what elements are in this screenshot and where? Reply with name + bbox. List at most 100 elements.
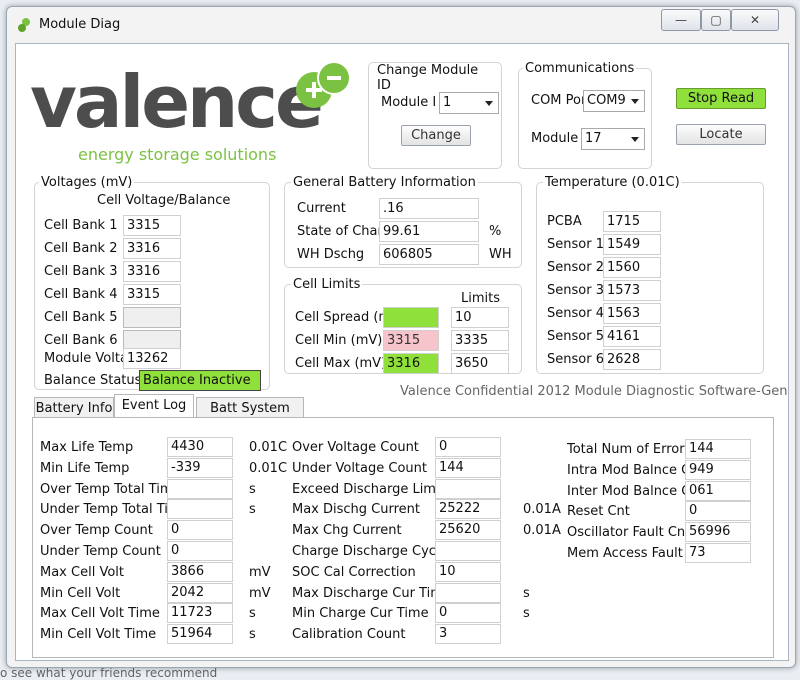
temperature-label: Sensor 6	[547, 352, 604, 367]
communications-title: Communications	[523, 61, 637, 76]
cell-bank-label: Cell Bank 6	[44, 333, 118, 348]
event-value: 949	[685, 459, 751, 480]
cell-bank-label: Cell Bank 2	[44, 241, 118, 256]
temperature-value: 1715	[603, 211, 661, 232]
event-unit: s	[523, 606, 530, 622]
cell-bank-value: 3315	[123, 215, 181, 236]
tab-battery-info[interactable]: Battery Info	[34, 397, 114, 419]
background-bottom-text: o see what your friends recommend	[0, 666, 218, 680]
module-id-label: Module ID	[381, 95, 437, 110]
event-label: Inter Mod Balnce Cnt	[567, 483, 689, 499]
cell-limit-value	[383, 307, 439, 328]
soc-value: 99.61	[379, 221, 479, 242]
client-area: valence energy storage solutions Change …	[15, 43, 789, 661]
temperature-value: 1560	[603, 257, 661, 278]
event-value: 11723	[167, 603, 233, 624]
temperature-group: Temperature (0.01C) PCBA 1715 Sensor 1 1549…	[536, 175, 764, 374]
current-value: .16	[379, 198, 479, 219]
valence-logo: valence energy storage solutions	[26, 54, 356, 169]
event-label: Min Cell Volt	[40, 585, 121, 601]
event-label: Intra Mod Balnce Cnt	[567, 462, 689, 478]
cell-limit-threshold[interactable]: 3650	[451, 353, 509, 374]
event-value: 73	[685, 543, 751, 563]
temperature-label: Sensor 5	[547, 329, 604, 344]
event-value: 2042	[167, 582, 233, 603]
module-voltage-value: 13262	[123, 348, 181, 369]
cell-limit-value: 3315	[383, 330, 439, 351]
event-value: 0	[435, 437, 501, 457]
event-label: Under Temp Total Time	[40, 502, 180, 518]
event-unit: 0.01C	[249, 440, 288, 455]
event-value: 25222	[435, 499, 501, 520]
event-unit: mV	[249, 585, 271, 601]
event-unit: 0.01C	[249, 460, 288, 476]
event-value: 25620	[435, 520, 501, 541]
wh-dschg-value: 606805	[379, 244, 479, 265]
limits-header: Limits	[461, 291, 500, 306]
event-value: 061	[685, 480, 751, 501]
event-value: 144	[435, 457, 501, 478]
com-port-value: COM9	[587, 93, 626, 108]
module-select[interactable]: 17	[581, 128, 645, 150]
event-unit: mV	[249, 564, 271, 580]
event-label: Max Life Temp	[40, 440, 134, 455]
event-value: 3	[435, 624, 501, 645]
chevron-down-icon	[485, 101, 493, 106]
event-label: Max Cell Volt	[40, 564, 124, 580]
event-value: 144	[685, 439, 751, 459]
event-label: Under Temp Count	[40, 544, 161, 559]
window-title: Module Diag	[39, 17, 121, 32]
tab-batt-system-info[interactable]: Batt System Info	[196, 397, 304, 437]
app-icon	[18, 18, 30, 32]
module-id-select[interactable]: 1	[439, 92, 499, 114]
module-label: Module	[531, 131, 579, 146]
event-log-panel: Max Life Temp 4430 0.01C Min Life Temp -339 0…	[32, 417, 774, 658]
event-value: 51964	[167, 624, 233, 645]
temperature-value: 2628	[603, 349, 661, 370]
event-unit: s	[249, 481, 256, 497]
event-unit: 0.01A	[523, 523, 561, 539]
com-port-select[interactable]: COM9	[583, 90, 645, 112]
change-module-title: Change Module ID	[377, 63, 495, 93]
temperature-label: Sensor 2	[547, 260, 604, 275]
cell-limit-threshold[interactable]: 10	[451, 307, 509, 328]
voltages-group: Voltages (mV) Cell Voltage/Balance Cell …	[34, 175, 270, 391]
event-value: 0	[167, 541, 233, 561]
cell-bank-label: Cell Bank 1	[44, 218, 118, 233]
cell-bank-label: Cell Bank 3	[44, 264, 118, 279]
wh-dschg-label: WH Dschg	[297, 247, 365, 262]
module-id-value: 1	[443, 95, 452, 110]
change-button[interactable]: Change	[401, 125, 471, 146]
close-button[interactable]: ✕	[731, 9, 779, 31]
temperature-value: 1549	[603, 234, 661, 255]
event-value: 0	[685, 501, 751, 522]
event-unit: s	[249, 606, 256, 622]
tab-event-log[interactable]: Event Log	[114, 394, 194, 419]
soc-label: State of Charge	[297, 224, 379, 239]
event-label: Max Cell Volt Time	[40, 606, 160, 622]
change-module-group: Change Module ID Module ID 1 Change	[368, 62, 502, 169]
temperature-label: PCBA	[547, 214, 582, 229]
temperature-value: 4161	[603, 326, 661, 347]
logo-tagline: energy storage solutions	[78, 145, 277, 164]
balance-status-label: Balance Status	[44, 373, 140, 388]
event-value: 0	[435, 603, 501, 624]
event-unit: s	[523, 585, 530, 601]
temperature-label: Sensor 4	[547, 306, 604, 321]
current-label: Current	[297, 201, 346, 216]
cell-bank-value: 3316	[123, 261, 181, 282]
temperature-label: Sensor 3	[547, 283, 604, 298]
minimize-button[interactable]: —	[661, 9, 701, 31]
event-value: -339	[167, 457, 233, 478]
event-value	[167, 478, 233, 499]
event-value: 56996	[685, 522, 751, 543]
logo-plus-minus-icon	[296, 61, 351, 108]
maximize-button[interactable]: ▢	[701, 9, 731, 31]
stop-read-button[interactable]: Stop Read	[676, 88, 766, 109]
com-port-label: COM Port	[531, 93, 583, 108]
cell-limits-group: Cell Limits Limits Cell Spread (mV) 10 Cel…	[284, 277, 522, 374]
cell-limit-label: Cell Min (mV)	[295, 333, 383, 348]
locate-button[interactable]: Locate	[676, 124, 766, 145]
cell-limit-threshold[interactable]: 3335	[451, 330, 509, 351]
event-value	[167, 499, 233, 520]
